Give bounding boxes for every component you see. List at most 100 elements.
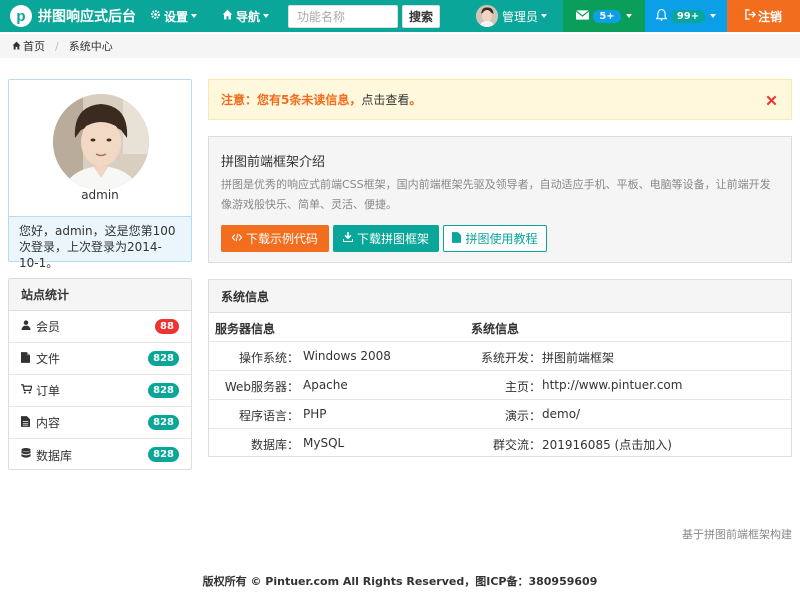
download-demo-label: 下载示例代码 bbox=[245, 232, 318, 246]
chevron-down-icon bbox=[191, 14, 198, 18]
user-name: 管理员 bbox=[502, 9, 539, 24]
logout-button[interactable]: 注销 bbox=[727, 0, 800, 32]
stats-item-label: 会员 bbox=[36, 320, 61, 334]
stats-item-orders[interactable]: 订单 828 bbox=[9, 375, 191, 407]
row-key: 演示： bbox=[504, 409, 541, 423]
row-key: 主页： bbox=[504, 380, 541, 394]
navigation-label: 导航 bbox=[236, 9, 261, 24]
table-row: 操作系统： Windows 2008 系统开发： 拼图前端框架 bbox=[209, 342, 791, 371]
chevron-down-icon bbox=[541, 14, 548, 18]
database-icon bbox=[21, 448, 33, 462]
home-icon bbox=[222, 9, 233, 23]
framework-intro-panel: 拼图前端框架介绍 拼图是优秀的响应式前端CSS框架，国内前端框架先驱及领导者，自… bbox=[208, 136, 792, 263]
stats-item-members[interactable]: 会员 88 bbox=[9, 311, 191, 343]
user-icon bbox=[21, 320, 33, 333]
system-info-header-row: 服务器信息 系统信息 bbox=[209, 313, 791, 342]
breadcrumb-current: 系统中心 bbox=[68, 40, 113, 53]
app-logo[interactable]: p 拼图响应式后台 bbox=[10, 4, 136, 28]
count-badge: 828 bbox=[148, 383, 179, 398]
download-icon bbox=[342, 232, 354, 245]
app-title: 拼图响应式后台 bbox=[38, 9, 136, 25]
download-framework-label: 下载拼图框架 bbox=[356, 232, 429, 246]
gear-icon bbox=[150, 9, 161, 23]
site-stats-title: 站点统计 bbox=[9, 279, 191, 311]
table-row: 程序语言： PHP 演示： demo/ bbox=[209, 400, 791, 429]
bell-icon bbox=[654, 8, 668, 24]
count-badge: 88 bbox=[155, 319, 179, 334]
avatar bbox=[53, 94, 149, 190]
file-icon bbox=[21, 351, 33, 366]
built-by-text: 基于拼图前端框架构建 bbox=[682, 528, 792, 541]
row-key: Web服务器： bbox=[224, 380, 299, 394]
join-group-link[interactable]: 201916085 (点击加入) bbox=[542, 436, 672, 453]
unread-notice: 注意：您有5条未读信息， 点击查看 。 bbox=[208, 79, 792, 120]
row-key: 程序语言： bbox=[238, 409, 299, 423]
row-key: 数据库： bbox=[250, 438, 299, 452]
row-value: Windows 2008 bbox=[303, 349, 391, 363]
count-badge: 828 bbox=[148, 447, 179, 462]
server-info-header: 服务器信息 bbox=[215, 322, 276, 336]
footer-copyright: 版权所有 © Pintuer.com All Rights Reserved，图… bbox=[202, 575, 598, 588]
row-value: Apache bbox=[303, 378, 348, 392]
breadcrumb-separator: / bbox=[55, 39, 59, 53]
stats-item-label: 文件 bbox=[36, 352, 61, 366]
settings-menu[interactable]: 设置 bbox=[150, 0, 198, 32]
notifications-menu[interactable]: 99+ bbox=[645, 0, 727, 32]
mail-count-badge: 5+ bbox=[593, 9, 621, 23]
envelope-icon bbox=[575, 9, 590, 23]
stats-item-files[interactable]: 文件 828 bbox=[9, 343, 191, 375]
search-button[interactable]: 搜索 bbox=[402, 5, 440, 28]
row-value: 拼图前端框架 bbox=[542, 351, 615, 365]
notice-link[interactable]: 点击查看 bbox=[361, 91, 409, 108]
system-info-header: 系统信息 bbox=[471, 322, 520, 336]
home-icon bbox=[12, 40, 21, 53]
settings-label: 设置 bbox=[164, 9, 189, 24]
tutorial-button[interactable]: 拼图使用教程 bbox=[443, 225, 547, 252]
mail-menu[interactable]: 5+ bbox=[563, 0, 645, 32]
file-text-icon bbox=[21, 415, 33, 430]
notice-highlight: 注意：您有5条未读信息， bbox=[221, 93, 362, 107]
stats-item-label: 内容 bbox=[36, 416, 61, 430]
chevron-down-icon bbox=[710, 14, 717, 18]
stats-item-label: 数据库 bbox=[36, 448, 73, 463]
chevron-down-icon bbox=[263, 14, 270, 18]
user-menu[interactable]: 管理员 bbox=[476, 0, 548, 32]
count-badge: 828 bbox=[148, 351, 179, 366]
navigation-menu[interactable]: 导航 bbox=[222, 0, 270, 32]
row-value: PHP bbox=[303, 407, 327, 421]
search-input[interactable] bbox=[288, 5, 398, 28]
sign-out-icon bbox=[745, 9, 757, 23]
row-value: MySQL bbox=[303, 436, 345, 450]
site-stats-panel: 站点统计 会员 88 文件 828 订单 828 内容 828 数据库 828 bbox=[8, 278, 192, 470]
intro-text: 拼图是优秀的响应式前端CSS框架，国内前端框架先驱及领导者，自动适应手机、平板、… bbox=[221, 178, 771, 211]
profile-card: admin 您好，admin，这是您第100次登录，上次登录为2014-10-1… bbox=[8, 79, 192, 270]
row-key: 系统开发： bbox=[480, 351, 541, 365]
notice-end: 。 bbox=[409, 93, 422, 107]
system-info-title: 系统信息 bbox=[209, 280, 791, 313]
welcome-message: 您好，admin，这是您第100次登录，上次登录为2014-10-1。 bbox=[9, 216, 191, 270]
cart-icon bbox=[21, 384, 33, 397]
notification-count-badge: 99+ bbox=[670, 9, 706, 23]
tutorial-label: 拼图使用教程 bbox=[465, 232, 538, 246]
row-key: 群交流： bbox=[492, 438, 541, 452]
demo-link[interactable]: demo/ bbox=[542, 407, 580, 421]
stats-item-label: 订单 bbox=[36, 384, 61, 398]
intro-title: 拼图前端框架介绍 bbox=[221, 155, 326, 170]
stats-item-database[interactable]: 数据库 828 bbox=[9, 439, 191, 471]
system-info-panel: 系统信息 服务器信息 系统信息 操作系统： Windows 2008 系统开发：… bbox=[208, 279, 792, 457]
download-demo-button[interactable]: 下载示例代码 bbox=[221, 225, 329, 252]
chevron-down-icon bbox=[625, 14, 632, 18]
table-row: 数据库： MySQL 群交流： 201916085 (点击加入) bbox=[209, 429, 791, 458]
download-framework-button[interactable]: 下载拼图框架 bbox=[333, 225, 439, 252]
stats-item-content[interactable]: 内容 828 bbox=[9, 407, 191, 439]
homepage-link[interactable]: http://www.pintuer.com bbox=[542, 378, 682, 392]
logout-label: 注销 bbox=[757, 9, 782, 24]
breadcrumb-home-link[interactable]: 首页 bbox=[23, 38, 45, 54]
table-row: Web服务器： Apache 主页： http://www.pintuer.co… bbox=[209, 371, 791, 400]
top-bar: p 拼图响应式后台 设置 导航 搜索 管理员 bbox=[0, 0, 800, 32]
count-badge: 828 bbox=[148, 415, 179, 430]
avatar bbox=[476, 5, 498, 27]
close-icon[interactable] bbox=[766, 91, 777, 110]
row-key: 操作系统： bbox=[238, 351, 299, 365]
profile-name: admin bbox=[81, 188, 119, 202]
